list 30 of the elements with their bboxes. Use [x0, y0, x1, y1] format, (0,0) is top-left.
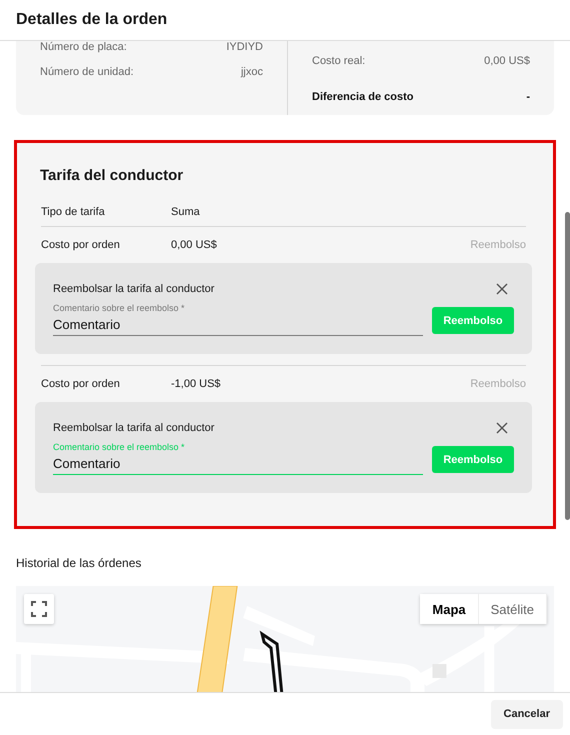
- panel-title: Reembolsar la tarifa al conductor: [53, 283, 214, 295]
- panel-title: Reembolsar la tarifa al conductor: [53, 422, 214, 434]
- comment-field[interactable]: Comentario: [53, 313, 423, 336]
- fee-amount: -1,00 US$: [171, 378, 222, 390]
- summary-value: -: [526, 91, 530, 103]
- column-header: Tipo de tarifa: [41, 206, 106, 218]
- summary-value: 0,00 US$: [484, 55, 530, 67]
- summary-label: Número de placa:: [40, 41, 127, 53]
- field-label: Comentario sobre el reembolso *: [53, 303, 186, 313]
- column-header: Suma: [171, 206, 201, 218]
- section-title: Historial de las órdenes: [16, 556, 142, 570]
- summary-label: Costo real:: [312, 55, 366, 67]
- close-icon[interactable]: [496, 422, 508, 434]
- fee-label: Costo por orden: [41, 378, 121, 390]
- fullscreen-icon: [31, 601, 47, 617]
- fee-label: Costo por orden: [41, 239, 121, 251]
- fee-amount: 0,00 US$: [171, 239, 218, 251]
- section-title: Tarifa del conductor: [40, 167, 184, 184]
- fullscreen-button[interactable]: [24, 594, 54, 624]
- map-type-tab[interactable]: Satélite: [478, 594, 547, 624]
- summary-value: IYDIYD: [226, 41, 263, 53]
- comment-field[interactable]: Comentario: [53, 452, 423, 475]
- window-title: Detalles de la orden: [16, 11, 168, 29]
- cancel-button[interactable]: Cancelar: [490, 700, 563, 728]
- summary-label: Número de unidad:: [40, 66, 134, 78]
- summary-value: jjxoc: [240, 66, 263, 78]
- summary-label: Diferencia de costo: [312, 91, 414, 103]
- close-icon[interactable]: [496, 283, 508, 295]
- map-type-tab[interactable]: Mapa: [420, 594, 479, 624]
- field-label: Comentario sobre el reembolso *: [53, 442, 186, 452]
